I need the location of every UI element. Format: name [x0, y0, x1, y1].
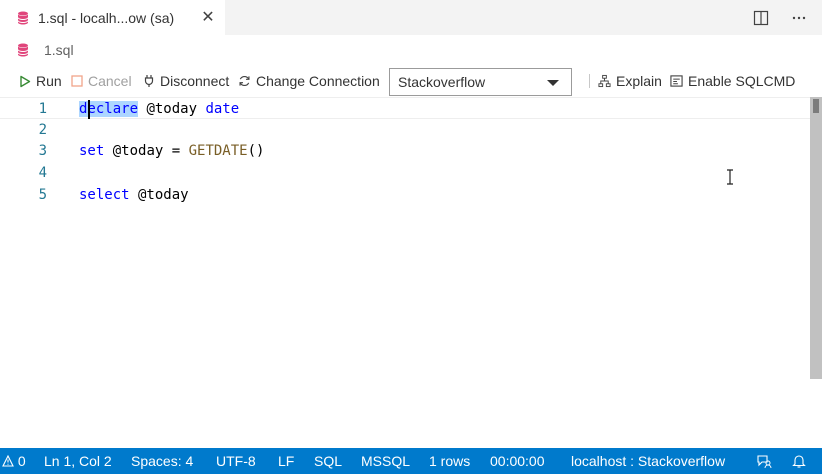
- line-number: 5: [38, 187, 47, 203]
- run-button[interactable]: Run: [18, 73, 62, 89]
- code-text: declare @today date: [79, 98, 239, 120]
- breadcrumb: 1.sql: [0, 35, 822, 65]
- enable-sqlcmd-button[interactable]: Enable SQLCMD: [670, 73, 795, 89]
- tab-title: 1.sql - localh...ow (sa): [38, 9, 175, 26]
- sql-provider[interactable]: MSSQL: [361, 448, 410, 474]
- cancel-label: Cancel: [88, 73, 132, 89]
- cancel-button[interactable]: Cancel: [70, 73, 132, 89]
- indentation[interactable]: Spaces: 4: [131, 448, 193, 474]
- warning-icon: [2, 454, 14, 467]
- run-label: Run: [36, 73, 62, 89]
- database-icon: [16, 11, 30, 25]
- change-connection-button[interactable]: Change Connection: [238, 73, 380, 89]
- code-line: 3 set @today = GETDATE(): [0, 140, 810, 162]
- language-mode[interactable]: SQL: [314, 448, 342, 474]
- plain-token: @today: [129, 187, 189, 203]
- problems-count: 0: [17, 453, 26, 469]
- problems-indicator[interactable]: 0: [2, 448, 26, 474]
- close-icon[interactable]: ✕: [199, 8, 217, 26]
- row-count: 1 rows: [429, 453, 471, 469]
- line-number: 1: [38, 101, 47, 117]
- tab-bar: 1.sql - localh...ow (sa) ✕: [0, 0, 822, 35]
- chevron-down-icon: [547, 80, 559, 86]
- scrollbar-thumb[interactable]: [813, 99, 819, 113]
- more-actions-icon[interactable]: [790, 9, 808, 27]
- i-beam-cursor-icon: [727, 169, 733, 185]
- function-token: GETDATE: [188, 143, 248, 159]
- toolbar-divider: [589, 74, 590, 88]
- split-editor-icon[interactable]: [752, 9, 770, 27]
- database-icon: [16, 43, 30, 57]
- editor-tab[interactable]: 1.sql - localh...ow (sa) ✕: [0, 0, 225, 35]
- line-number: 4: [38, 165, 47, 181]
- text-cursor: [88, 100, 90, 119]
- status-bar: 0 Ln 1, Col 2 Spaces: 4 UTF-8 LF SQL MSS…: [0, 448, 822, 474]
- code-line: 4: [0, 162, 810, 184]
- plug-icon: [142, 75, 155, 88]
- connection-status[interactable]: localhost : Stackoverflow: [571, 448, 725, 474]
- encoding[interactable]: UTF-8: [216, 448, 256, 474]
- plain-token: @today =: [104, 143, 189, 159]
- plain-token: @today: [138, 101, 206, 117]
- sqlcmd-icon: [670, 75, 683, 88]
- query-toolbar: Run Cancel Disconnect Change Connection …: [0, 65, 822, 97]
- cursor-position[interactable]: Ln 1, Col 2: [44, 448, 112, 474]
- change-connection-label: Change Connection: [256, 73, 380, 89]
- disconnect-button[interactable]: Disconnect: [142, 73, 229, 89]
- code-line: 1 declare @today date: [0, 97, 810, 119]
- keyword-token: date: [205, 101, 240, 117]
- explain-button[interactable]: Explain: [598, 73, 662, 89]
- database-select-value: Stackoverflow: [398, 74, 486, 90]
- enable-sqlcmd-label: Enable SQLCMD: [688, 73, 796, 89]
- plain-token: (): [247, 143, 265, 159]
- code-editor[interactable]: 1 declare @today date 2 3 set @today = G…: [0, 97, 822, 448]
- hierarchy-icon: [598, 74, 611, 88]
- code-line: 5 select @today: [0, 184, 810, 206]
- keyword-token: set: [79, 143, 105, 159]
- stop-icon: [70, 75, 83, 88]
- breadcrumb-file[interactable]: 1.sql: [44, 42, 74, 58]
- code-line: 2: [0, 119, 810, 141]
- refresh-connection-icon: [238, 75, 251, 88]
- execution-time: 00:00:00: [490, 453, 545, 469]
- keyword-token: select: [79, 187, 130, 203]
- code-text: set @today = GETDATE(): [79, 140, 264, 162]
- code-text: select @today: [79, 184, 189, 206]
- database-select[interactable]: Stackoverflow: [389, 68, 572, 96]
- line-ending[interactable]: LF: [278, 448, 294, 474]
- line-number: 3: [38, 143, 47, 159]
- line-number: 2: [38, 122, 47, 138]
- bell-icon[interactable]: [792, 453, 806, 469]
- feedback-icon[interactable]: [756, 453, 772, 469]
- play-icon: [18, 75, 31, 88]
- disconnect-label: Disconnect: [160, 73, 230, 89]
- explain-label: Explain: [616, 73, 662, 89]
- vertical-scrollbar[interactable]: [810, 97, 822, 379]
